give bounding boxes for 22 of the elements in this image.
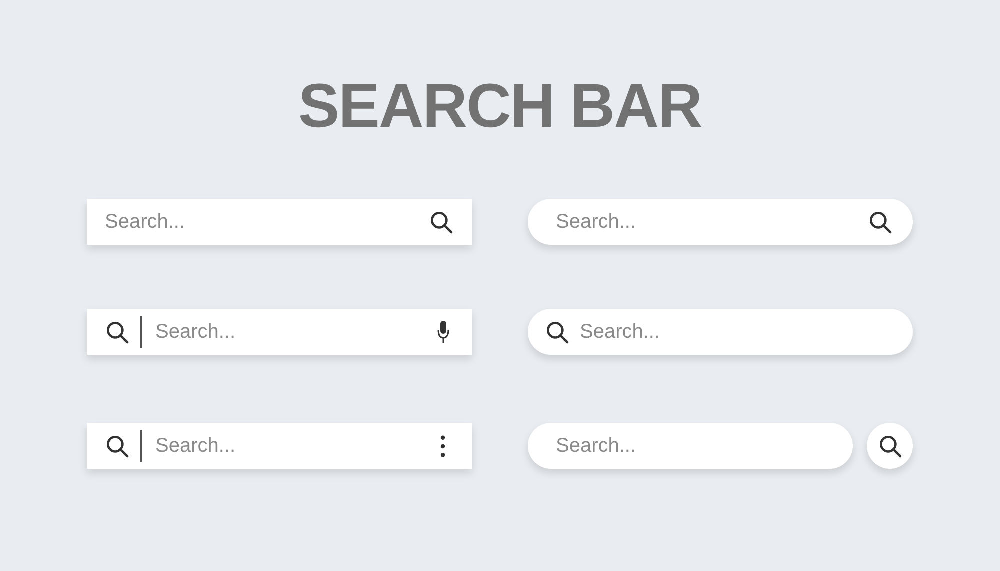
search-field[interactable]: Search... <box>528 423 853 469</box>
microphone-icon[interactable] <box>437 320 450 344</box>
search-icon <box>105 320 130 344</box>
search-field[interactable]: Search... <box>528 199 913 245</box>
search-field[interactable]: Search... <box>87 199 472 245</box>
search-input[interactable]: Search... <box>156 320 427 344</box>
page-title: SEARCH BAR <box>298 72 702 142</box>
search-input[interactable]: Search... <box>105 210 419 234</box>
more-icon[interactable] <box>440 434 446 458</box>
search-input[interactable]: Search... <box>556 210 858 234</box>
search-input[interactable]: Search... <box>580 320 893 344</box>
search-icon[interactable] <box>429 210 454 234</box>
search-input[interactable]: Search... <box>556 434 833 458</box>
search-input[interactable]: Search... <box>156 434 430 458</box>
search-field[interactable]: Search... <box>528 309 913 355</box>
search-icon <box>545 320 570 344</box>
search-button[interactable] <box>867 423 913 469</box>
search-icon[interactable] <box>868 210 893 234</box>
search-icon <box>105 434 130 458</box>
search-field[interactable]: Search... <box>87 423 472 469</box>
search-field[interactable]: Search... <box>87 309 472 355</box>
search-icon <box>878 434 902 458</box>
